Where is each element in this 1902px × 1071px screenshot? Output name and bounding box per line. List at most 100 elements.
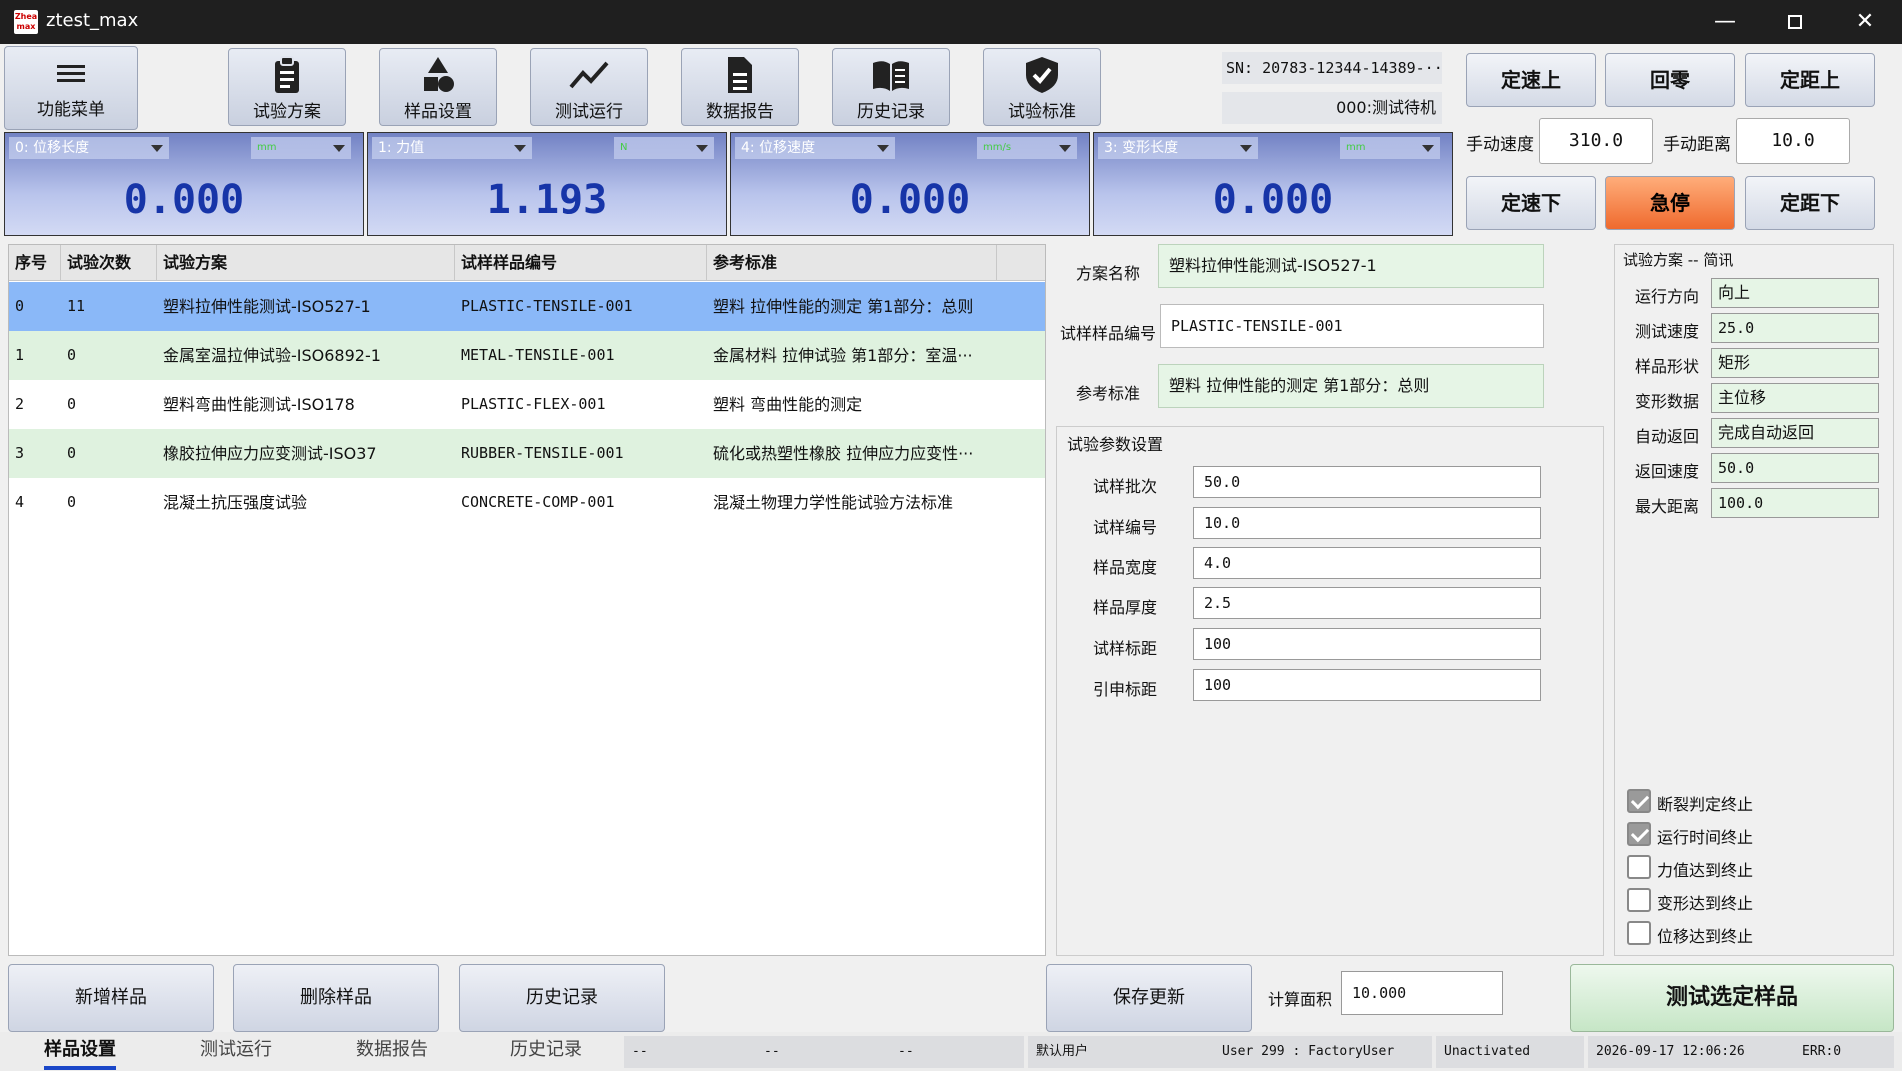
status-field-1: -- [632,1044,648,1059]
unit-select[interactable]: mm [1340,137,1440,159]
summary-label: 测试速度 [1635,322,1700,341]
checkbox-label: 断裂判定终止 [1657,795,1754,814]
unit-select[interactable]: mm/s [977,137,1077,159]
channel-select[interactable]: 0: 位移长度 [9,137,169,159]
test-selected-sample-button[interactable]: 测试选定样品 [1570,964,1894,1032]
tab-data-report[interactable]: 数据报告 [332,1032,452,1071]
chevron-down-icon [151,145,163,152]
chevron-down-icon [333,145,345,152]
save-update-button[interactable]: 保存更新 [1046,964,1252,1032]
cell-index: 3 [15,444,25,462]
channel-select[interactable]: 4: 位移速度 [735,137,895,159]
status-field-2: -- [764,1044,780,1059]
cell-sample-id: PLASTIC-FLEX-001 [461,395,606,413]
plan-summary-group: 试验方案 -- 简讯 运行方向 向上 测试速度 25.0 样品形状 矩形 变形数… [1614,244,1894,956]
chevron-down-icon [1240,145,1252,152]
plan-name-field[interactable]: 塑料拉伸性能测试-ISO527-1 [1158,244,1544,288]
summary-label: 自动返回 [1635,427,1700,446]
function-menu-button[interactable]: 功能菜单 [4,46,138,130]
toolbar-data-report-button[interactable]: 数据报告 [681,48,799,126]
toolbar-button-label: 数据报告 [706,102,774,122]
toolbar-history-button[interactable]: 历史记录 [832,48,950,126]
table-header[interactable]: 试样样品编号 [455,245,707,281]
cell-sample-id: RUBBER-TENSILE-001 [461,444,624,462]
param-input-batch[interactable]: 50.0 [1193,466,1541,498]
readout-value: 0.000 [123,177,245,223]
param-label: 试样标距 [1092,639,1157,658]
default-user: 默认用户 [1036,1044,1089,1059]
function-menu-label: 功能菜单 [37,100,105,120]
table-row[interactable]: 1 0 金属室温拉伸试验-ISO6892-1 METAL-TENSILE-001… [9,331,1045,380]
param-label: 样品宽度 [1092,558,1157,577]
delete-sample-button[interactable]: 删除样品 [233,964,439,1032]
cell-index: 1 [15,346,25,364]
cell-count: 0 [67,444,77,462]
status-bar: 样品设置 测试运行 数据报告 历史记录 -- -- -- 默认用户 User 2… [0,1032,1902,1071]
readout-value: 1.193 [486,177,608,223]
standard-label: 参考标准 [1075,384,1140,403]
area-input[interactable]: 10.000 [1341,971,1503,1015]
standard-field[interactable]: 塑料 拉伸性能的测定 第1部分：总则 [1158,364,1544,408]
table-header[interactable]: 参考标准 [707,245,997,281]
checkbox-force-stop[interactable] [1627,855,1651,879]
fixed-distance-up-button[interactable]: 定距上 [1745,53,1875,107]
clipboard-icon [275,56,299,93]
table-row[interactable]: 4 0 混凝土抗压强度试验 CONCRETE-COMP-001 混凝土物理力学性… [9,478,1045,527]
checkbox-displacement-stop[interactable] [1627,921,1651,945]
toolbar-test-run-button[interactable]: 测试运行 [530,48,648,126]
checkbox-label: 变形达到终止 [1657,894,1754,913]
param-input-thickness[interactable]: 2.5 [1193,587,1541,619]
constant-speed-up-button[interactable]: 定速上 [1466,53,1596,107]
channel-select[interactable]: 1: 力值 [372,137,532,159]
param-input-width[interactable]: 4.0 [1193,547,1541,579]
table-row[interactable]: 2 0 塑料弯曲性能测试-ISO178 PLASTIC-FLEX-001 塑料 … [9,380,1045,429]
area-label: 计算面积 [1268,990,1333,1009]
group-title: 试验方案 -- 简讯 [1623,251,1734,269]
summary-value-deformation: 主位移 [1711,383,1879,413]
toolbar-button-label: 历史记录 [857,102,925,122]
table-row[interactable]: 0 11 塑料拉伸性能测试-ISO527-1 PLASTIC-TENSILE-0… [9,282,1045,331]
constant-speed-down-button[interactable]: 定速下 [1466,176,1596,230]
emergency-stop-button[interactable]: 急停 [1605,176,1735,230]
unit-select[interactable]: N [614,137,714,159]
checkbox-deformation-stop[interactable] [1627,888,1651,912]
table-header[interactable]: 序号 [9,245,61,281]
datetime-field: 2026-09-17 12:06:26 ERR:0 [1588,1036,1894,1068]
param-input-sample-no[interactable]: 10.0 [1193,507,1541,539]
history-button[interactable]: 历史记录 [459,964,665,1032]
unit-select[interactable]: mm [251,137,351,159]
table-header[interactable]: 试验次数 [61,245,157,281]
minimize-button[interactable]: — [1690,0,1760,44]
maximize-button[interactable] [1760,0,1830,44]
fixed-distance-down-button[interactable]: 定距下 [1745,176,1875,230]
checkbox-break-stop[interactable] [1627,789,1651,813]
cell-index: 0 [15,297,25,315]
manual-speed-input[interactable]: 310.0 [1539,118,1653,164]
param-input-gauge-length[interactable]: 100 [1193,628,1541,660]
chevron-down-icon [1059,145,1071,152]
book-icon [873,61,909,91]
checkbox-time-stop[interactable] [1627,822,1651,846]
sample-id-field[interactable]: PLASTIC-TENSILE-001 [1160,304,1544,348]
toolbar-test-plan-button[interactable]: 试验方案 [228,48,346,126]
table-row[interactable]: 3 0 橡胶拉伸应力应变测试-ISO37 RUBBER-TENSILE-001 … [9,429,1045,478]
cell-standard: 塑料 弯曲性能的测定 [713,395,863,414]
table-header[interactable]: 试验方案 [157,245,455,281]
summary-label: 变形数据 [1635,392,1700,411]
checkbox-label: 运行时间终止 [1657,828,1754,847]
tab-test-run[interactable]: 测试运行 [176,1032,296,1071]
channel-select[interactable]: 3: 变形长度 [1098,137,1258,159]
readout-panel-force: 1: 力值 N 1.193 [367,132,727,236]
add-sample-button[interactable]: 新增样品 [8,964,214,1032]
cell-count: 0 [67,493,77,511]
close-button[interactable]: ✕ [1830,0,1900,44]
manual-distance-input[interactable]: 10.0 [1736,118,1850,164]
tab-history[interactable]: 历史记录 [486,1032,606,1071]
chevron-down-icon [696,145,708,152]
status-field: -- -- -- [624,1036,1024,1068]
toolbar-test-standard-button[interactable]: 试验标准 [983,48,1101,126]
toolbar-sample-settings-button[interactable]: 样品设置 [379,48,497,126]
return-zero-button[interactable]: 回零 [1605,53,1735,107]
manual-distance-label: 手动距离 [1663,135,1731,155]
param-input-extensometer-gauge[interactable]: 100 [1193,669,1541,701]
